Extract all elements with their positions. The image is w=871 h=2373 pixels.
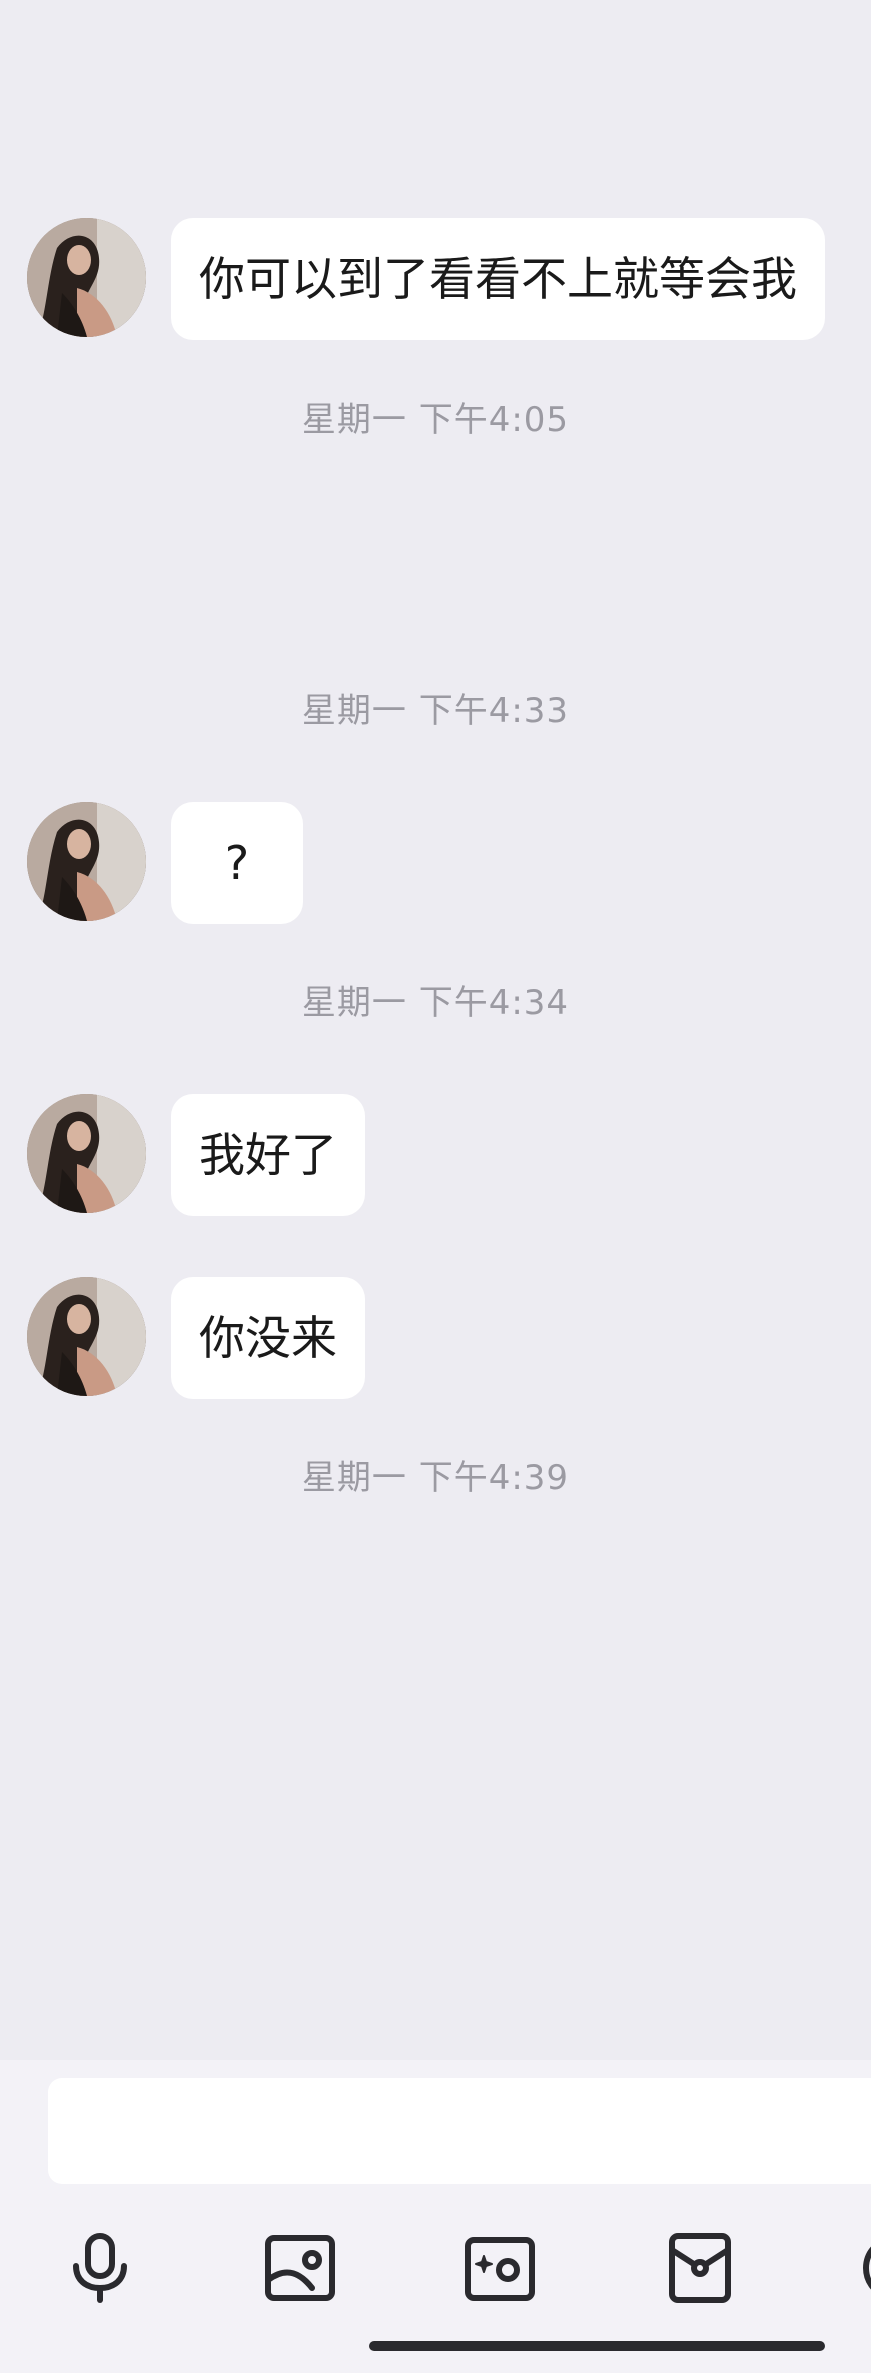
- message-row: 我好了: [0, 1094, 871, 1216]
- message-bubble[interactable]: ?: [171, 802, 303, 924]
- message-bubble[interactable]: 我好了: [171, 1094, 365, 1216]
- message-input[interactable]: [48, 2078, 871, 2184]
- chat-screen: 你可以到了看看不上就等会我 星期一 下午4:05 星期一 下午4:33 ? 星期…: [0, 0, 871, 2373]
- composer-bar: [0, 2060, 871, 2373]
- timestamp: 星期一 下午4:33: [301, 691, 570, 731]
- home-indicator[interactable]: [369, 2341, 825, 2351]
- more-icon[interactable]: [856, 2228, 871, 2308]
- contact-avatar[interactable]: [27, 1277, 146, 1396]
- contact-avatar[interactable]: [27, 802, 146, 921]
- image-icon[interactable]: [260, 2228, 340, 2308]
- message-list[interactable]: 你可以到了看看不上就等会我 星期一 下午4:05 星期一 下午4:33 ? 星期…: [0, 0, 871, 2060]
- message-row: 你没来: [0, 1277, 871, 1399]
- timestamp: 星期一 下午4:34: [301, 983, 570, 1023]
- microphone-icon[interactable]: [60, 2228, 140, 2308]
- message-row: ?: [0, 802, 871, 924]
- contact-avatar[interactable]: [27, 1094, 146, 1213]
- contact-avatar[interactable]: [27, 218, 146, 337]
- timestamp: 星期一 下午4:39: [301, 1458, 570, 1498]
- message-bubble[interactable]: 你没来: [171, 1277, 365, 1399]
- camera-icon[interactable]: [460, 2228, 540, 2308]
- timestamp: 星期一 下午4:05: [301, 400, 570, 440]
- message-bubble[interactable]: 你可以到了看看不上就等会我: [171, 218, 825, 340]
- message-row: 你可以到了看看不上就等会我: [0, 218, 871, 340]
- red-envelope-icon[interactable]: [660, 2228, 740, 2308]
